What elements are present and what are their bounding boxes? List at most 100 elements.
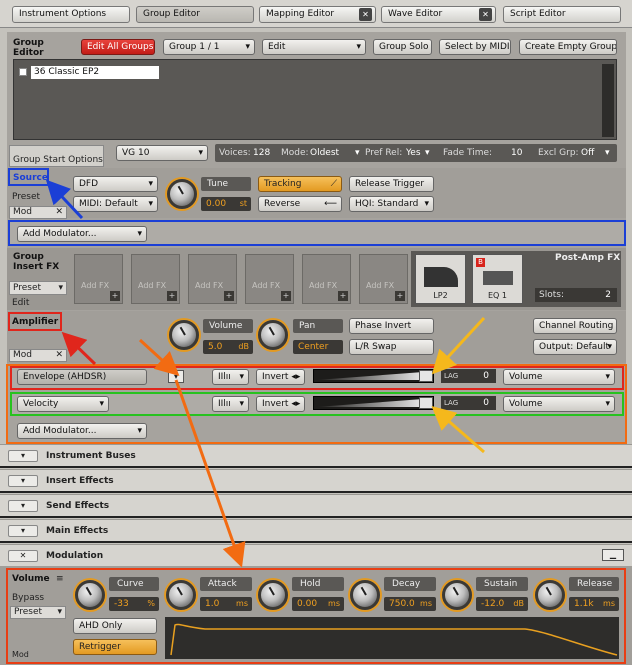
release-knob[interactable]: [535, 580, 565, 610]
envelope-preset-select[interactable]: Preset ▾: [10, 606, 66, 619]
create-empty-group-button[interactable]: Create Empty Group: [519, 39, 617, 55]
decay-value[interactable]: 750.0 ms: [384, 597, 436, 611]
fx-slot[interactable]: Add FX +: [188, 254, 237, 304]
lp2-slot[interactable]: LP2: [415, 254, 466, 304]
ahd-only-button[interactable]: AHD Only: [73, 618, 157, 634]
midi-select[interactable]: MIDI: Default: [73, 196, 158, 212]
tab-instrument-options[interactable]: Instrument Options: [12, 6, 130, 23]
group-checkbox[interactable]: [19, 68, 27, 76]
excl-grp-value[interactable]: Off: [581, 148, 594, 158]
fx-slot[interactable]: Add FX +: [74, 254, 123, 304]
close-icon[interactable]: ✕: [479, 8, 492, 21]
fx-slot[interactable]: Add FX +: [131, 254, 180, 304]
amp-mod-tab[interactable]: Mod ✕: [9, 349, 67, 362]
pref-rel-value[interactable]: Yes: [406, 148, 421, 158]
fx-preset-select[interactable]: Preset ▾: [9, 281, 67, 295]
expand-icon[interactable]: ▾: [8, 525, 38, 537]
mod-target-select[interactable]: Volume: [503, 369, 615, 385]
tab-mapping-editor[interactable]: Mapping Editor ✕: [259, 6, 376, 23]
slider-handle[interactable]: [419, 370, 433, 382]
slots-field[interactable]: Slots: 2: [535, 288, 617, 302]
chevron-down-icon[interactable]: ▾: [605, 148, 610, 158]
curve-knob[interactable]: [75, 580, 105, 610]
sustain-value[interactable]: -12.0 dB: [476, 597, 528, 611]
fx-slot[interactable]: Add FX +: [359, 254, 408, 304]
envelope-mod-label[interactable]: Mod: [12, 650, 29, 659]
curve-value[interactable]: -33%: [109, 597, 159, 611]
expand-icon[interactable]: ▾: [8, 500, 38, 512]
tab-script-editor[interactable]: Script Editor: [503, 6, 621, 23]
edit-select[interactable]: Edit: [262, 39, 366, 55]
select-by-midi-button[interactable]: Select by MIDI: [439, 39, 511, 55]
release-trigger-button[interactable]: Release Trigger: [349, 176, 434, 192]
tab-group-start-options[interactable]: Group Start Options: [9, 145, 104, 167]
lr-swap-button[interactable]: L/R Swap: [349, 339, 434, 355]
retrigger-button[interactable]: Retrigger: [73, 639, 157, 655]
tab-wave-editor[interactable]: Wave Editor ✕: [381, 6, 496, 23]
fx-slot[interactable]: Add FX +: [245, 254, 294, 304]
tracking-button[interactable]: Tracking ⟋: [258, 176, 342, 192]
edit-all-groups-button[interactable]: Edit All Groups: [81, 39, 155, 55]
attack-value[interactable]: 1.0 ms: [200, 597, 252, 611]
close-icon[interactable]: ✕: [55, 350, 63, 361]
phase-invert-button[interactable]: Phase Invert: [349, 318, 434, 334]
section-main-effects[interactable]: ▾ Main Effects: [0, 519, 632, 543]
tune-knob[interactable]: [167, 179, 197, 209]
invert-button[interactable]: Invert ◂▸: [256, 369, 305, 385]
group-solo-button[interactable]: Group Solo: [373, 39, 432, 55]
amp-add-modulator[interactable]: Add Modulator...: [17, 423, 147, 439]
tune-value[interactable]: 0.00 st: [201, 197, 251, 211]
voices-value[interactable]: 128: [253, 148, 270, 158]
section-send-effects[interactable]: ▾ Send Effects: [0, 494, 632, 518]
section-insert-effects[interactable]: ▾ Insert Effects: [0, 469, 632, 493]
hqi-select[interactable]: HQI: Standard: [349, 196, 434, 212]
output-select[interactable]: Output: Default: [533, 339, 617, 355]
volume-knob[interactable]: [169, 320, 199, 350]
section-modulation[interactable]: ✕ Modulation ▁: [0, 544, 632, 566]
section-instrument-buses[interactable]: ▾ Instrument Buses: [0, 444, 632, 468]
mod-amount-slider[interactable]: [313, 369, 434, 383]
close-icon[interactable]: ✕: [55, 207, 63, 218]
attack-knob[interactable]: [166, 580, 196, 610]
source-preset[interactable]: Preset: [9, 190, 67, 204]
eq1-slot[interactable]: B EQ 1: [472, 254, 523, 304]
reverse-button[interactable]: Reverse ⟵: [258, 196, 342, 212]
decay-knob[interactable]: [350, 580, 380, 610]
hold-knob[interactable]: [258, 580, 288, 610]
source-mod-tab[interactable]: Mod ✕: [9, 206, 67, 219]
channel-routing-button[interactable]: Channel Routing: [533, 318, 617, 334]
lag-field[interactable]: LAG 0: [441, 369, 496, 383]
fade-time-value[interactable]: 10: [511, 148, 522, 158]
hold-value[interactable]: 0.00 ms: [292, 597, 344, 611]
pan-knob[interactable]: [258, 320, 288, 350]
close-icon[interactable]: ✕: [8, 550, 38, 562]
bypass-icon[interactable]: B: [476, 258, 485, 267]
close-icon[interactable]: ✕: [359, 8, 372, 21]
slider-handle[interactable]: [419, 397, 433, 409]
collapse-icon[interactable]: ▁: [602, 549, 624, 561]
chevron-down-icon[interactable]: ▾: [168, 370, 184, 383]
invert-button[interactable]: Invert ◂▸: [256, 396, 305, 412]
voice-group-select[interactable]: VG 10: [116, 145, 208, 161]
mod-target-select[interactable]: Volume: [503, 396, 615, 412]
chevron-down-icon[interactable]: ▾: [425, 148, 430, 158]
envelope-graph[interactable]: [165, 617, 619, 659]
release-value[interactable]: 1.1k ms: [569, 597, 619, 611]
velocity-source[interactable]: Velocity: [17, 396, 109, 412]
menu-icon[interactable]: ≡: [56, 574, 64, 584]
source-add-modulator[interactable]: Add Modulator...: [17, 226, 147, 242]
chevron-down-icon[interactable]: ▾: [355, 148, 360, 158]
mod-shape-icon[interactable]: IIlıı: [212, 396, 249, 412]
list-scrollbar[interactable]: [602, 64, 614, 137]
pan-value[interactable]: Center: [293, 340, 343, 354]
fx-slot[interactable]: Add FX +: [302, 254, 351, 304]
volume-value[interactable]: 5.0 dB: [203, 340, 253, 354]
tab-group-editor[interactable]: Group Editor: [136, 6, 254, 23]
mode-value[interactable]: Oldest: [310, 148, 339, 158]
mod-amount-slider[interactable]: [313, 396, 434, 410]
fx-edit-label[interactable]: Edit: [12, 298, 29, 308]
group-select[interactable]: Group 1 / 1: [163, 39, 255, 55]
envelope-source[interactable]: Envelope (AHDSR): [17, 369, 147, 385]
sustain-knob[interactable]: [442, 580, 472, 610]
dfd-select[interactable]: DFD: [73, 176, 158, 192]
